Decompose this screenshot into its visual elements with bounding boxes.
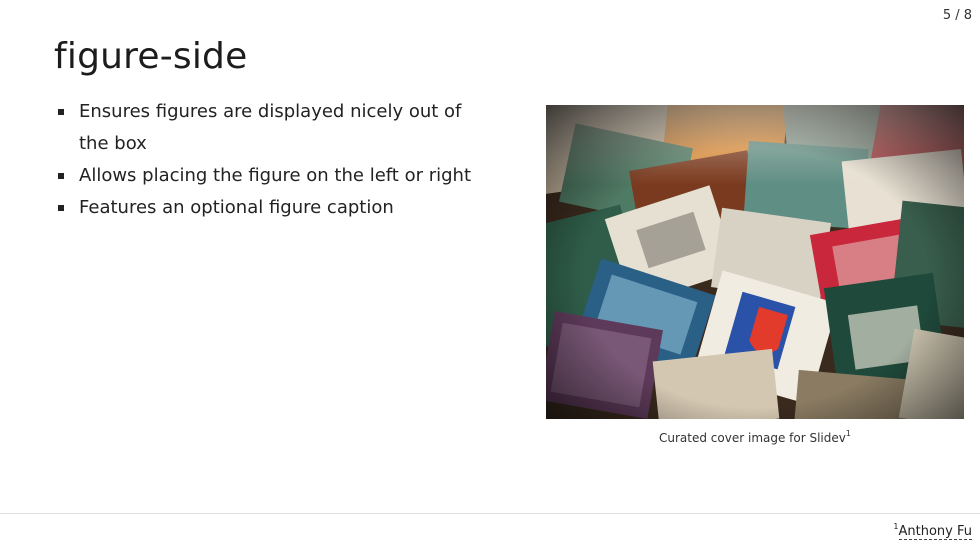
footnote-link[interactable]: Anthony Fu [898, 524, 972, 540]
bullet-square-icon [58, 205, 64, 211]
bullet-list: Ensures figures are displayed nicely out… [56, 96, 486, 224]
bullet-square-icon [58, 109, 64, 115]
caption-text: Curated cover image for Slidev [659, 431, 846, 445]
list-item: Allows placing the figure on the left or… [56, 160, 486, 192]
list-item: Features an optional figure caption [56, 192, 486, 224]
caption-footnote-ref: 1 [845, 429, 851, 438]
footnote-divider [0, 513, 980, 514]
footnote: 1Anthony Fu [893, 522, 972, 540]
footnote-number: 1 [893, 522, 899, 531]
slide: 5 / 8 figure-side Ensures figures are di… [0, 0, 980, 552]
bullet-text: Allows placing the figure on the left or… [79, 165, 472, 186]
page-indicator: 5 / 8 [942, 8, 972, 23]
figure: Curated cover image for Slidev1 [546, 105, 964, 445]
postage-stamps-image [546, 105, 964, 419]
slide-title: figure-side [54, 36, 248, 77]
bullet-text: Features an optional figure caption [79, 197, 394, 218]
bullet-square-icon [58, 173, 64, 179]
figure-caption: Curated cover image for Slidev1 [546, 429, 964, 445]
list-item: Ensures figures are displayed nicely out… [56, 96, 486, 160]
bullet-text: Ensures figures are displayed nicely out… [79, 101, 462, 154]
